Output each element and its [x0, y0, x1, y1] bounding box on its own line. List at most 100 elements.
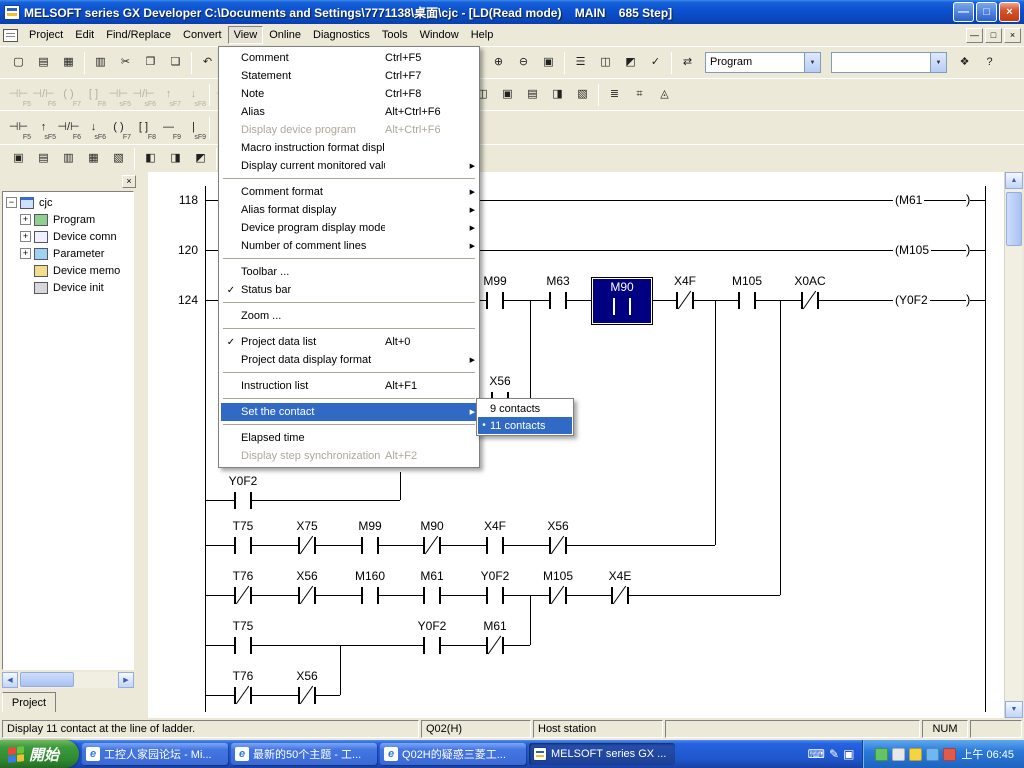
tray-icon[interactable]	[875, 748, 888, 761]
view-menu-item[interactable]: AliasAlt+Ctrl+F6	[221, 103, 477, 121]
menu-window[interactable]: Window	[414, 26, 465, 44]
chevron-down-icon[interactable]: ▼	[804, 53, 820, 72]
copy-button[interactable]: ❐	[138, 50, 163, 75]
mdi-restore-button[interactable]: □	[985, 28, 1002, 43]
view-menu-item[interactable]: Alias format display▶	[221, 201, 477, 219]
menu-find-replace[interactable]: Find/Replace	[100, 26, 177, 44]
ladder-contact[interactable]	[298, 587, 316, 604]
view-menu-item[interactable]: NoteCtrl+F8	[221, 85, 477, 103]
menu-help[interactable]: Help	[465, 26, 500, 44]
tray-icon[interactable]	[909, 748, 922, 761]
toolbar-button[interactable]: ⌗	[627, 82, 652, 107]
menu-diagnostics[interactable]: Diagnostics	[307, 26, 376, 44]
toolbar-button[interactable]: ↓sF6	[81, 115, 106, 140]
toolbar-button[interactable]: ( )F7	[106, 115, 131, 140]
toolbar-button[interactable]: ▤	[31, 146, 56, 171]
view-menu-item[interactable]: Comment format▶	[221, 183, 477, 201]
taskbar-task[interactable]: e最新的50个主题 - 工...	[231, 743, 377, 765]
toolbar-button[interactable]: ⊣⊢F5	[6, 82, 31, 107]
toolbar-button[interactable]: ▧	[570, 82, 595, 107]
ladder-coil[interactable]: (Y0F2	[893, 292, 930, 308]
view-menu-item[interactable]: ✓Status bar	[221, 281, 477, 299]
check-button[interactable]: ✓	[643, 50, 668, 75]
close-button[interactable]: ×	[999, 2, 1020, 22]
menu-tools[interactable]: Tools	[376, 26, 414, 44]
view-menu-item[interactable]: Display step synchronizationAlt+F2	[221, 447, 477, 465]
minimize-button[interactable]: —	[953, 2, 974, 22]
ime-icon[interactable]: ⌨	[808, 747, 825, 761]
view-menu-item[interactable]: Project data display format▶	[221, 351, 477, 369]
toolbar-button[interactable]: [ ]F8	[81, 82, 106, 107]
ladder-contact[interactable]	[234, 537, 252, 554]
save-button[interactable]: ▦	[56, 50, 81, 75]
tree-item-device-memo[interactable]: Device memo	[20, 262, 133, 279]
view-menu-item[interactable]: Elapsed time	[221, 429, 477, 447]
mdi-close-button[interactable]: ×	[1004, 28, 1021, 43]
ladder-contact[interactable]	[234, 687, 252, 704]
ladder-coil[interactable]: (M105	[893, 242, 931, 258]
ime-icon[interactable]: ▣	[843, 747, 854, 761]
ladder-vscrollbar[interactable]: ▲ ▼	[1004, 172, 1022, 718]
view-menu-item[interactable]: ✓Project data listAlt+0	[221, 333, 477, 351]
device-button[interactable]: ◫	[593, 50, 618, 75]
cut-button[interactable]: ✂	[113, 50, 138, 75]
toolbar-button[interactable]: ▦	[81, 146, 106, 171]
toolbar-button[interactable]: ⊣⊢sF5	[106, 82, 131, 107]
ime-icon[interactable]: ✎	[829, 747, 839, 761]
window-button[interactable]: ❖	[952, 50, 977, 75]
menu-online[interactable]: Online	[263, 26, 307, 44]
toolbar-button[interactable]: ◧	[138, 146, 163, 171]
toolbar-button[interactable]: —F9	[156, 115, 181, 140]
toolbar-button[interactable]: ◨	[163, 146, 188, 171]
toolbar-button[interactable]: ⊣⊢F5	[6, 115, 31, 140]
view-menu-item[interactable]: CommentCtrl+F5	[221, 49, 477, 67]
open-button[interactable]: ▤	[31, 50, 56, 75]
close-panel-button[interactable]: ×	[122, 175, 136, 188]
tree-item-root[interactable]: − cjc	[6, 194, 133, 211]
tree-item-parameter[interactable]: +Parameter	[20, 245, 133, 262]
toolbar-button[interactable]: ↓sF8	[181, 82, 206, 107]
menu-edit[interactable]: Edit	[69, 26, 100, 44]
mdi-minimize-button[interactable]: —	[966, 28, 983, 43]
toolbar-button[interactable]: ⊣/⊢F6	[56, 115, 81, 140]
toolbar-button[interactable]: ▤	[520, 82, 545, 107]
undo-button[interactable]: ↶	[195, 50, 220, 75]
test-button[interactable]: ◩	[618, 50, 643, 75]
view-menu-item[interactable]: Display current monitored values▶	[221, 157, 477, 175]
ladder-contact[interactable]	[486, 537, 504, 554]
expand-icon[interactable]: +	[20, 248, 31, 259]
submenu-item[interactable]: 9 contacts	[478, 400, 572, 417]
scroll-thumb[interactable]	[1006, 192, 1022, 246]
zoom-out-button[interactable]: ⊖	[511, 50, 536, 75]
tray-icon[interactable]	[892, 748, 905, 761]
view-menu-item[interactable]: Zoom ...	[221, 307, 477, 325]
ladder-contact[interactable]	[423, 637, 441, 654]
taskbar-task[interactable]: eQ02H的疑惑三菱工...	[380, 743, 526, 765]
tree-hscrollbar[interactable]: ◀ ▶	[2, 672, 134, 688]
ladder-contact[interactable]	[611, 587, 629, 604]
view-menu-item[interactable]: Set the contact▶	[221, 403, 477, 421]
toolbar-button[interactable]: ▣	[495, 82, 520, 107]
taskbar-task[interactable]: e工控人家园论坛 - Mi...	[82, 743, 228, 765]
ladder-contact[interactable]	[361, 587, 379, 604]
ladder-contact[interactable]	[676, 292, 694, 309]
view-menu-item[interactable]: Number of comment lines▶	[221, 237, 477, 255]
ladder-contact[interactable]	[423, 587, 441, 604]
ladder-contact[interactable]	[234, 492, 252, 509]
ladder-contact[interactable]	[423, 537, 441, 554]
transfer-button[interactable]: ⇄	[675, 50, 700, 75]
ladder-contact[interactable]	[738, 292, 756, 309]
ladder-button[interactable]: ☰	[568, 50, 593, 75]
zoom-in-button[interactable]: ⊕	[486, 50, 511, 75]
tray-icon[interactable]	[943, 748, 956, 761]
taskbar-task[interactable]: MELSOFT series GX ...	[529, 743, 675, 765]
menu-view[interactable]: View	[228, 26, 264, 44]
new-button[interactable]: ▢	[6, 50, 31, 75]
menu-project[interactable]: Project	[23, 26, 69, 44]
program-type-combo[interactable]: Program ▼	[705, 52, 821, 73]
chevron-down-icon[interactable]: ▼	[930, 53, 946, 72]
ladder-contact[interactable]	[549, 292, 567, 309]
ladder-contact[interactable]	[361, 537, 379, 554]
view-menu-item[interactable]: Instruction listAlt+F1	[221, 377, 477, 395]
scroll-down-icon[interactable]: ▼	[1005, 701, 1023, 718]
